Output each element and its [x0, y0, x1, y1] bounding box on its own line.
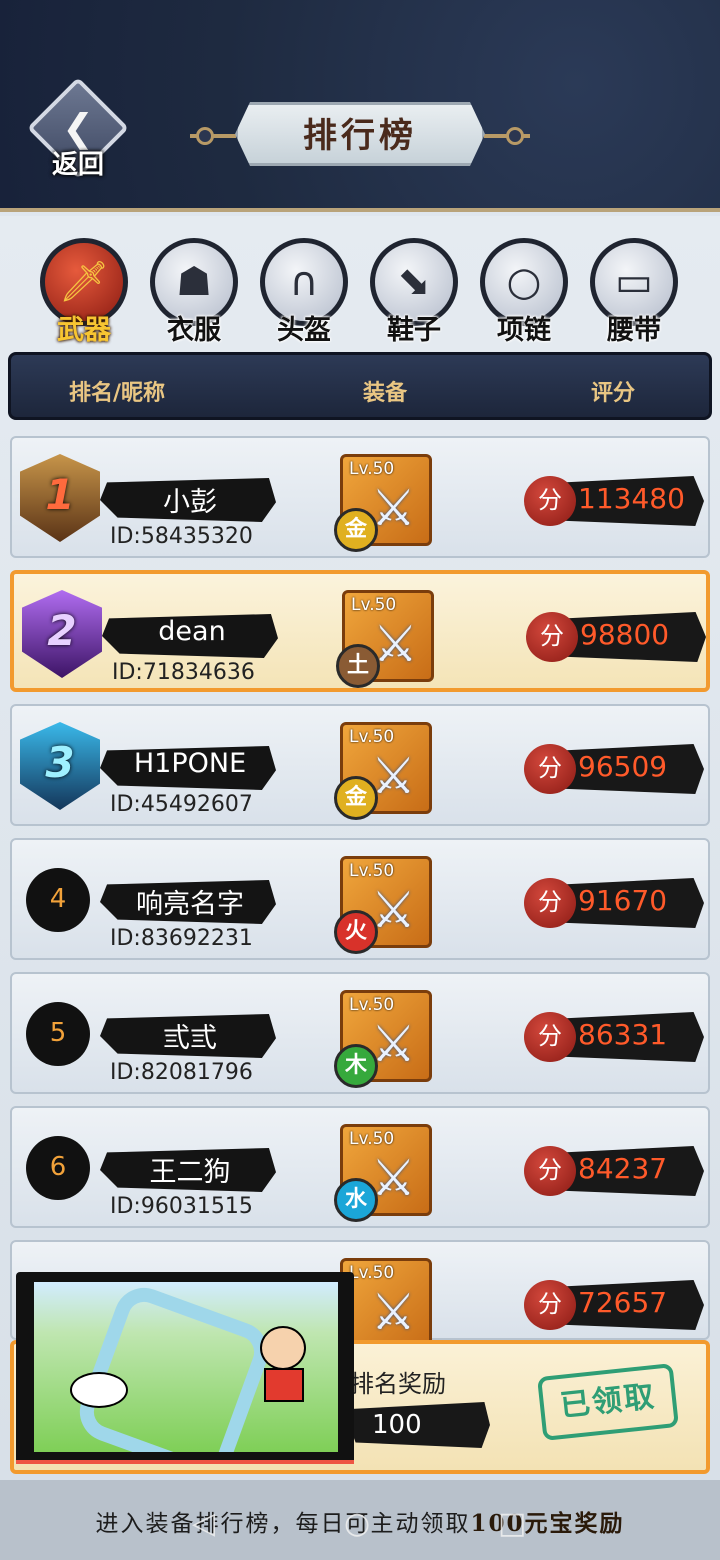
tab-clothes[interactable]: ☗ 衣服: [146, 238, 242, 348]
player-id: ID:96031515: [110, 1194, 253, 1219]
score-seal: 分: [526, 612, 578, 662]
equipment-level: Lv.50: [349, 1129, 395, 1149]
nav-home-icon[interactable]: ○: [344, 1506, 370, 1541]
back-button[interactable]: ❮ 返回: [27, 77, 129, 184]
table-row[interactable]: 2 dean ID:71834636 Lv.50 ⚔ 土 分 98800: [10, 570, 710, 692]
equipment-level: Lv.50: [351, 595, 397, 615]
player-id: ID:58435320: [110, 524, 253, 549]
back-arrow-icon: ❮: [62, 106, 94, 150]
score-seal: 分: [524, 476, 576, 526]
tab-label: 鞋子: [387, 315, 441, 346]
nav-back-icon[interactable]: ◁: [192, 1506, 215, 1541]
equipment-level: Lv.50: [349, 459, 395, 479]
tab-weapon[interactable]: 🗡 武器: [36, 238, 132, 348]
element-badge: 金: [334, 776, 378, 820]
video-progress-bar: [16, 1460, 354, 1464]
element-badge: 水: [334, 1178, 378, 1222]
tab-label: 头盔: [277, 315, 331, 346]
score-value: 96509: [578, 750, 668, 783]
helmet-icon: ∩: [289, 259, 319, 305]
video-character-body: [264, 1368, 304, 1402]
table-row[interactable]: 1 小彭 ID:58435320 Lv.50 ⚔ 金 分 113480: [10, 436, 710, 558]
player-id: ID:71834636: [112, 660, 255, 685]
table-row[interactable]: 4 响亮名字 ID:83692231 Lv.50 ⚔ 火 分 91670: [10, 838, 710, 960]
player-id: ID:83692231: [110, 926, 253, 951]
table-row[interactable]: 5 弎弎 ID:82081796 Lv.50 ⚔ 木 分 86331: [10, 972, 710, 1094]
reward-amount: 100: [372, 1410, 422, 1440]
player-id: ID:82081796: [110, 1060, 253, 1085]
video-dog-figure: [70, 1372, 128, 1408]
score-seal: 分: [524, 1012, 576, 1062]
rank-badge-gold: 1: [16, 448, 104, 548]
tab-label: 项链: [497, 315, 551, 346]
score-value: 84237: [578, 1152, 668, 1185]
title-knob-right: [506, 127, 524, 145]
player-name: H1PONE: [133, 748, 247, 779]
tab-label: 衣服: [167, 315, 221, 346]
player-name: 王二狗: [149, 1157, 231, 1188]
table-row[interactable]: 3 H1PONE ID:45492607 Lv.50 ⚔ 金 分 96509: [10, 704, 710, 826]
score-value: 91670: [578, 884, 668, 917]
rank-number: 1: [45, 470, 75, 519]
player-id: ID:45492607: [110, 792, 253, 817]
nav-recents-icon[interactable]: □: [498, 1506, 526, 1541]
belt-icon: ▭: [615, 259, 653, 305]
element-badge: 土: [336, 644, 380, 688]
rank-number: 5: [49, 1018, 67, 1048]
tab-label: 武器: [57, 315, 111, 346]
player-name: 弎弎: [163, 1023, 217, 1054]
player-name: 响亮名字: [136, 889, 244, 920]
equipment-level: Lv.50: [349, 861, 395, 881]
floating-video-player[interactable]: [16, 1272, 354, 1464]
element-badge: 木: [334, 1044, 378, 1088]
rank-number: 6: [49, 1152, 67, 1182]
player-name: dean: [158, 616, 226, 647]
score-value: 72657: [578, 1286, 668, 1319]
back-label: 返回: [51, 150, 104, 180]
column-rank-name: 排名/昵称: [69, 381, 166, 406]
page-title: 排行榜: [303, 116, 417, 156]
video-scene-path: [71, 1282, 277, 1452]
tab-belt[interactable]: ▭ 腰带: [586, 238, 682, 348]
footer-tip-text: 进入装备排行榜，每日可主动领取: [95, 1511, 471, 1537]
title-knob-left: [196, 127, 214, 145]
equipment-level: Lv.50: [349, 727, 395, 747]
tab-shoes[interactable]: ⬊ 鞋子: [366, 238, 462, 348]
necklace-icon: ○: [506, 259, 542, 305]
score-seal: 分: [524, 1280, 576, 1330]
score-value: 86331: [578, 1018, 668, 1051]
element-badge: 火: [334, 910, 378, 954]
rank-number: 3: [45, 738, 75, 787]
equipment-level: Lv.50: [349, 995, 395, 1015]
rank-badge-purple: 2: [18, 584, 106, 684]
tab-label: 腰带: [607, 315, 661, 346]
element-badge: 金: [334, 508, 378, 552]
equipment-level: Lv.50: [349, 1263, 395, 1283]
player-name: 小彭: [163, 487, 217, 518]
column-header: 排名/昵称 装备 评分: [8, 352, 712, 420]
score-value: 113480: [578, 482, 685, 515]
tab-helmet[interactable]: ∩ 头盔: [256, 238, 352, 348]
sword-icon: ⚔: [371, 1283, 416, 1341]
rank-badge-blue: 3: [16, 716, 104, 816]
video-frame: [34, 1282, 338, 1452]
reward-label: 排名奖励: [350, 1370, 446, 1398]
rank-number: 2: [47, 606, 77, 655]
boot-icon: ⬊: [397, 259, 431, 305]
score-value: 98800: [580, 618, 670, 651]
video-character-head: [260, 1326, 306, 1370]
column-score: 评分: [591, 381, 636, 406]
rank-number: 4: [49, 884, 67, 914]
tab-necklace[interactable]: ○ 项链: [476, 238, 572, 348]
score-seal: 分: [524, 744, 576, 794]
footer-tip-highlight: 100元宝奖励: [470, 1510, 625, 1537]
column-equipment: 装备: [363, 381, 408, 406]
score-seal: 分: [524, 1146, 576, 1196]
score-seal: 分: [524, 878, 576, 928]
armor-icon: ☗: [176, 259, 212, 305]
sword-icon: 🗡: [58, 259, 110, 305]
table-row[interactable]: 6 王二狗 ID:96031515 Lv.50 ⚔ 水 分 84237: [10, 1106, 710, 1228]
